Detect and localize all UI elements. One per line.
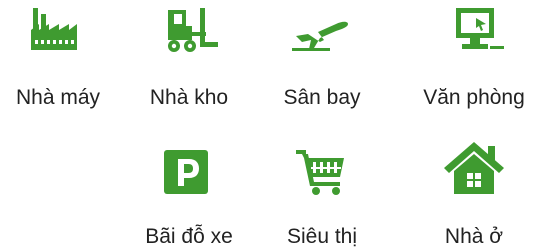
- airplane-icon: [292, 21, 348, 51]
- computer-icon: [456, 8, 504, 49]
- category-label-factory: Nhà máy: [15, 86, 101, 109]
- category-label-parking: Bãi đỗ xe: [145, 225, 233, 248]
- parking-icon: [164, 150, 208, 194]
- category-label-house: Nhà ở: [444, 225, 504, 248]
- shopping-cart-icon: [296, 150, 344, 195]
- house-icon: [444, 142, 504, 194]
- category-label-warehouse: Nhà kho: [149, 86, 229, 109]
- category-label-office: Văn phòng: [423, 86, 525, 109]
- factory-icon: [31, 8, 77, 50]
- category-label-supermarket: Siêu thị: [286, 225, 358, 248]
- forklift-icon: [168, 8, 218, 52]
- category-label-airport: Sân bay: [283, 86, 361, 109]
